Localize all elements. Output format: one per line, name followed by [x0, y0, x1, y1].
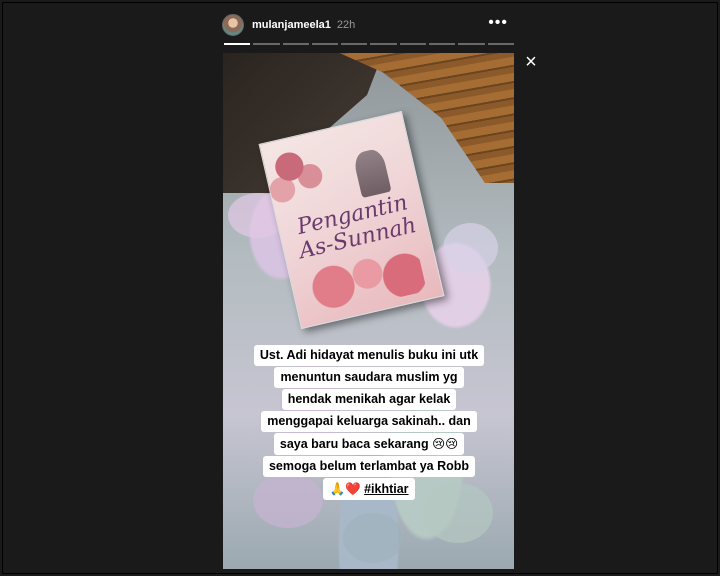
pray-heart-emoji-icon: 🙏❤️ [329, 481, 361, 496]
progress-segment [341, 43, 368, 45]
caption-line: menuntun saudara muslim yg [274, 367, 464, 388]
story-caption: Ust. Adi hidayat menulis buku ini utk me… [241, 345, 497, 501]
fabric-flower [343, 513, 403, 563]
progress-segment [429, 43, 456, 45]
progress-segment [224, 43, 251, 45]
book-flowers [259, 131, 334, 213]
close-icon[interactable]: × [522, 52, 540, 72]
progress-segment [487, 43, 514, 45]
book-couple-silhouette [352, 147, 392, 199]
post-time: 22h [336, 19, 356, 31]
progress-segment [311, 43, 339, 45]
book-cover: Pengantin As-Sunnah [258, 110, 445, 330]
caption-line-text: saya baru baca sekarang [279, 437, 429, 451]
caption-line: Ust. Adi hidayat menulis buku ini utk [253, 345, 485, 366]
progress-segment [253, 43, 280, 45]
caption-line: 🙏❤️ #ikhtiar [323, 478, 415, 500]
progress-segment [399, 43, 427, 45]
caption-line: semoga belum terlambat ya Robb [262, 456, 476, 477]
progress-segment [370, 43, 397, 45]
progress-segment [282, 43, 309, 45]
caption-line: hendak menikah agar kelak [281, 389, 457, 410]
fabric-flower [443, 223, 498, 273]
story-header: mulanjameela1 22h ••• [222, 12, 514, 38]
profile-avatar[interactable] [222, 14, 244, 36]
story-progress-bar [224, 43, 514, 45]
story-image[interactable]: Pengantin As-Sunnah Ust. Adi hidayat men… [223, 53, 514, 569]
caption-line: saya baru baca sekarang 😢😢 [273, 433, 465, 455]
crying-emoji-icon: 😢😢 [432, 436, 459, 451]
username[interactable]: mulanjameela1 [252, 19, 331, 31]
progress-segment [458, 43, 485, 45]
more-options-icon[interactable]: ••• [488, 15, 508, 31]
hashtag-link[interactable]: #ikhtiar [364, 482, 408, 496]
caption-line: menggapai keluarga sakinah.. dan [261, 411, 477, 432]
